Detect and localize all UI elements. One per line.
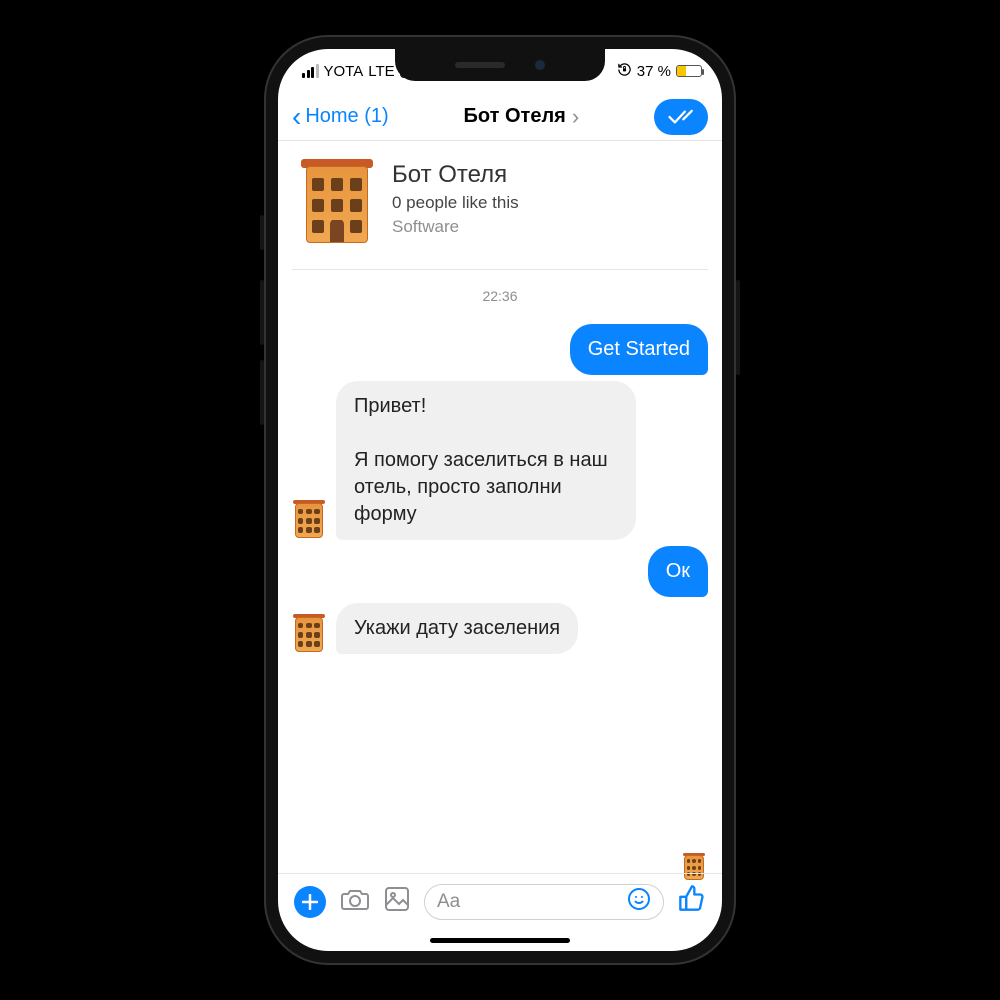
bot-name: Бот Отеля (392, 161, 519, 189)
chevron-right-icon: › (572, 104, 579, 130)
message-bubble-out[interactable]: Ок (648, 546, 708, 597)
nav-bar: ‹ Home (1) Бот Отеля › (278, 93, 722, 141)
message-bubble-in[interactable]: Укажи дату заселения (336, 603, 578, 654)
home-indicator[interactable] (278, 929, 722, 951)
network-label: LTE (368, 63, 394, 80)
gallery-button[interactable] (384, 886, 410, 917)
battery-icon (676, 65, 702, 77)
chat-timestamp: 22:36 (292, 270, 708, 318)
bot-category: Software (392, 217, 519, 237)
message-bubble-out[interactable]: Get Started (570, 324, 708, 375)
message-row: Укажи дату заселения (292, 603, 708, 654)
message-row: Ок (292, 546, 708, 597)
chat-title-button[interactable]: Бот Отеля › (464, 104, 580, 130)
composer: Aa (278, 873, 722, 929)
input-placeholder: Aa (437, 891, 460, 913)
bot-likes: 0 people like this (392, 193, 519, 213)
bot-avatar-small (292, 614, 326, 654)
check-icon (668, 108, 694, 126)
screen: YOTA LTE VPN 22:37 37 % ‹ (278, 49, 722, 951)
message-input[interactable]: Aa (424, 884, 664, 920)
like-button[interactable] (678, 884, 706, 919)
emoji-button[interactable] (627, 887, 651, 917)
chat-title: Бот Отеля (464, 105, 566, 128)
notch (395, 49, 605, 81)
bot-avatar (298, 159, 376, 247)
sticker-preview[interactable] (682, 853, 706, 873)
camera-button[interactable] (340, 886, 370, 917)
battery-pct: 37 % (637, 63, 671, 80)
bot-avatar-small (292, 500, 326, 540)
plus-icon (302, 894, 318, 910)
signal-icon (302, 64, 319, 78)
carrier-label: YOTA (324, 63, 364, 80)
message-bubble-in[interactable]: Привет! Я помогу заселиться в наш отель,… (336, 381, 636, 540)
rotation-lock-icon (617, 62, 632, 80)
phone-frame: YOTA LTE VPN 22:37 37 % ‹ (264, 35, 736, 965)
image-icon (384, 886, 410, 912)
confirm-button[interactable] (654, 99, 708, 135)
add-button[interactable] (294, 886, 326, 918)
back-label: Home (1) (305, 105, 388, 128)
camera-icon (340, 886, 370, 912)
message-row: Get Started (292, 324, 708, 375)
back-button[interactable]: ‹ Home (1) (292, 105, 389, 128)
bot-profile[interactable]: Бот Отеля 0 people like this Software (292, 141, 708, 270)
thumbs-up-icon (678, 884, 706, 912)
chat-area[interactable]: Бот Отеля 0 people like this Software 22… (278, 141, 722, 873)
message-row: Привет! Я помогу заселиться в наш отель,… (292, 381, 708, 540)
smile-icon (627, 887, 651, 911)
